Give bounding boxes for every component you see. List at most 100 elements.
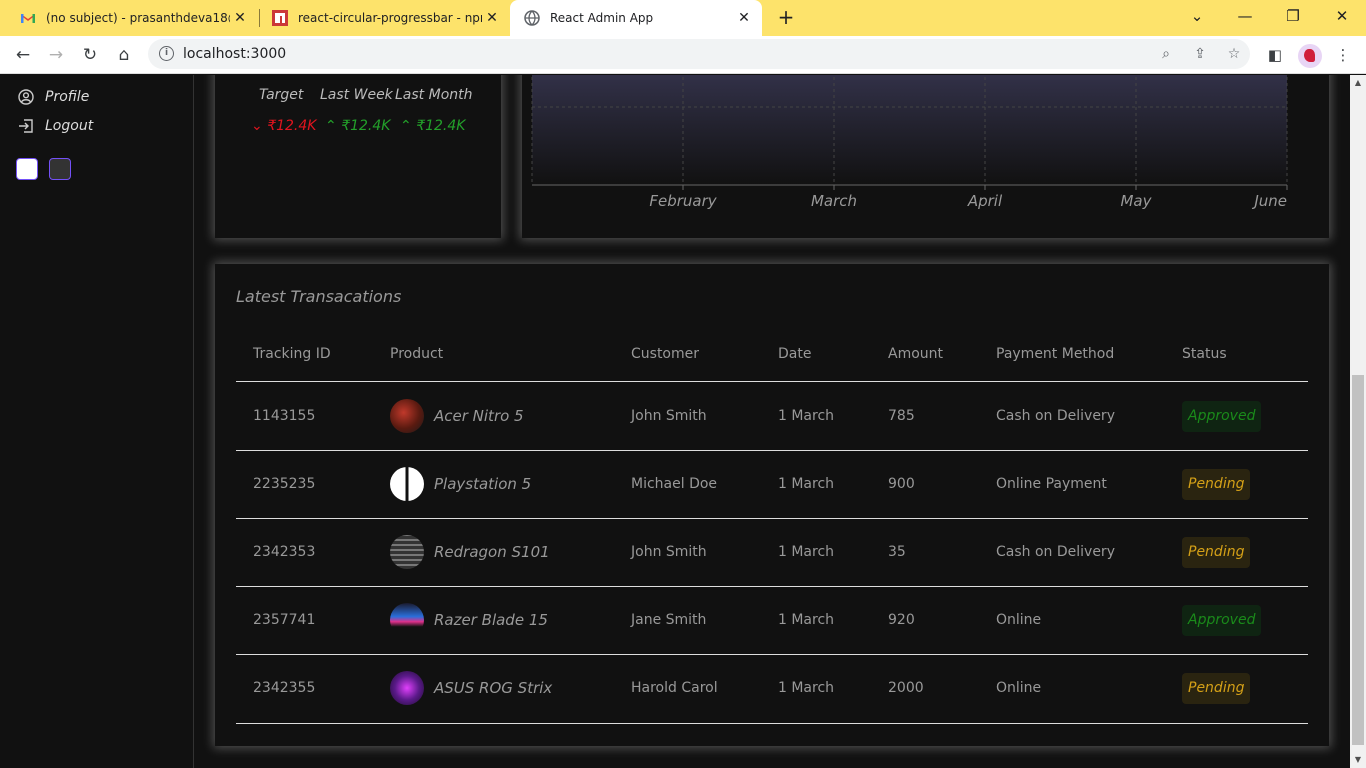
tab-react-admin[interactable]: React Admin App ✕ — [510, 0, 762, 36]
globe-icon — [524, 10, 540, 26]
sidebar-item-label: Profile — [45, 89, 90, 105]
sidebar-item-profile[interactable]: Profile — [18, 86, 89, 108]
chevron-up-icon: ⌃ — [325, 118, 337, 134]
product-image — [390, 535, 424, 569]
cell-payment-method: Cash on Delivery — [996, 544, 1115, 560]
cell-tracking-id: 2342355 — [253, 680, 316, 696]
chart-x-tick-label: April — [967, 192, 1003, 210]
cell-tracking-id: 2235235 — [253, 476, 316, 492]
cell-tracking-id: 1143155 — [253, 408, 316, 424]
column-header: Status — [1182, 346, 1227, 362]
cell-date: 1 March — [778, 476, 835, 492]
column-header: Product — [390, 346, 444, 362]
chart-x-tick-label: February — [649, 192, 717, 210]
cell-payment-method: Online — [996, 612, 1042, 628]
cell-customer: Harold Carol — [631, 680, 718, 696]
status-badge: Approved — [1182, 605, 1262, 636]
close-tab-icon[interactable]: ✕ — [482, 10, 502, 26]
tab-title: (no subject) - prasanthdeva18@gmail.com … — [46, 11, 230, 25]
table-row[interactable]: 2342355 ASUS ROG Strix Harold Carol 1 Ma… — [236, 655, 1308, 724]
product-image — [390, 467, 424, 501]
summary-value-text: ₹12.4K — [416, 118, 466, 134]
minimize-icon[interactable]: — — [1221, 0, 1269, 32]
column-header: Tracking ID — [253, 346, 331, 362]
table-row[interactable]: 2235235 Playstation 5 Michael Doe 1 Marc… — [236, 451, 1308, 519]
tab-gmail[interactable]: (no subject) - prasanthdeva18@gmail.com … — [0, 0, 258, 36]
transactions-title: Latest Transacations — [236, 287, 402, 306]
summary-label-target: Target — [259, 87, 304, 103]
cell-amount: 2000 — [888, 680, 924, 696]
chart-x-tick-label: March — [811, 192, 857, 210]
product-name: Acer Nitro 5 — [434, 407, 524, 425]
table-row[interactable]: 1143155 Acer Nitro 5 John Smith 1 March … — [236, 383, 1308, 451]
cell-payment-method: Online — [996, 680, 1042, 696]
cell-amount: 920 — [888, 612, 915, 628]
product-image — [390, 399, 424, 433]
table-row[interactable]: 2357741 Razer Blade 15 Jane Smith 1 Marc… — [236, 587, 1308, 655]
new-tab-button[interactable]: + — [774, 6, 798, 30]
chevron-down-icon: ⌄ — [251, 118, 263, 134]
address-bar[interactable]: i localhost:3000 ⌕ ⇪ ☆ — [148, 39, 1250, 69]
summary-value-last-month: ⌃ ₹12.4K — [400, 118, 465, 134]
scroll-down-icon[interactable]: ▼ — [1350, 752, 1366, 768]
bookmark-star-icon[interactable]: ☆ — [1224, 44, 1244, 64]
close-tab-icon[interactable]: ✕ — [734, 10, 754, 26]
home-icon[interactable]: ⌂ — [110, 41, 138, 69]
column-header: Payment Method — [996, 346, 1115, 362]
summary-label-last-month: Last Month — [395, 87, 473, 103]
cell-date: 1 March — [778, 680, 835, 696]
area-chart: February March April May June — [531, 75, 1288, 210]
table-row[interactable]: 2342353 Redragon S101 John Smith 1 March… — [236, 519, 1308, 587]
page-scrollbar[interactable]: ▲ ▼ — [1350, 75, 1366, 768]
forward-icon[interactable]: → — [42, 41, 70, 69]
product-name: Redragon S101 — [434, 543, 550, 561]
light-theme-swatch[interactable] — [16, 158, 38, 180]
sidebar-item-label: Logout — [45, 118, 94, 134]
npm-icon — [272, 10, 288, 26]
scrollbar-thumb[interactable] — [1352, 375, 1364, 745]
reload-icon[interactable]: ↻ — [76, 41, 104, 69]
scroll-up-icon[interactable]: ▲ — [1350, 75, 1366, 91]
close-tab-icon[interactable]: ✕ — [230, 10, 250, 26]
product-name: Playstation 5 — [434, 475, 532, 493]
cell-payment-method: Cash on Delivery — [996, 408, 1115, 424]
cell-date: 1 March — [778, 612, 835, 628]
cell-customer: John Smith — [631, 544, 707, 560]
side-panel-icon[interactable]: ◧ — [1265, 45, 1285, 65]
restore-icon[interactable]: ❐ — [1269, 0, 1317, 32]
zoom-icon[interactable]: ⌕ — [1156, 44, 1176, 64]
tab-npm[interactable]: react-circular-progressbar - npm ✕ — [260, 0, 510, 36]
tab-title: React Admin App — [550, 11, 654, 25]
chart-area-fill — [532, 75, 1287, 185]
back-icon[interactable]: ← — [9, 41, 37, 69]
product-image — [390, 603, 424, 637]
profile-avatar[interactable] — [1298, 44, 1322, 68]
status-badge: Pending — [1182, 469, 1251, 500]
menu-kebab-icon[interactable]: ⋮ — [1333, 45, 1353, 65]
user-circle-icon — [18, 89, 34, 105]
status-badge: Approved — [1182, 401, 1262, 432]
chevron-up-icon: ⌃ — [400, 118, 412, 134]
cell-product: Redragon S101 — [390, 535, 550, 569]
cell-date: 1 March — [778, 408, 835, 424]
site-info-icon[interactable]: i — [159, 46, 174, 61]
app-page: Profile Logout Target Last Week Last Mon… — [0, 75, 1350, 768]
cell-product: Acer Nitro 5 — [390, 399, 524, 433]
column-header: Amount — [888, 346, 944, 362]
url-text[interactable]: localhost:3000 — [183, 46, 286, 62]
dark-theme-swatch[interactable] — [49, 158, 71, 180]
share-icon[interactable]: ⇪ — [1190, 44, 1210, 64]
browser-tab-strip: (no subject) - prasanthdeva18@gmail.com … — [0, 0, 1366, 36]
gmail-icon — [21, 14, 35, 23]
cell-product: Razer Blade 15 — [390, 603, 548, 637]
cell-customer: Jane Smith — [631, 612, 707, 628]
cell-payment-method: Online Payment — [996, 476, 1107, 492]
status-badge: Pending — [1182, 537, 1251, 568]
cell-product: Playstation 5 — [390, 467, 531, 501]
close-window-icon[interactable]: ✕ — [1318, 0, 1366, 32]
sidebar-item-logout[interactable]: Logout — [18, 115, 93, 137]
logout-icon — [19, 119, 33, 133]
cell-customer: Michael Doe — [631, 476, 718, 492]
tab-title: react-circular-progressbar - npm — [298, 11, 482, 25]
tab-search-icon[interactable]: ⌄ — [1173, 0, 1221, 32]
